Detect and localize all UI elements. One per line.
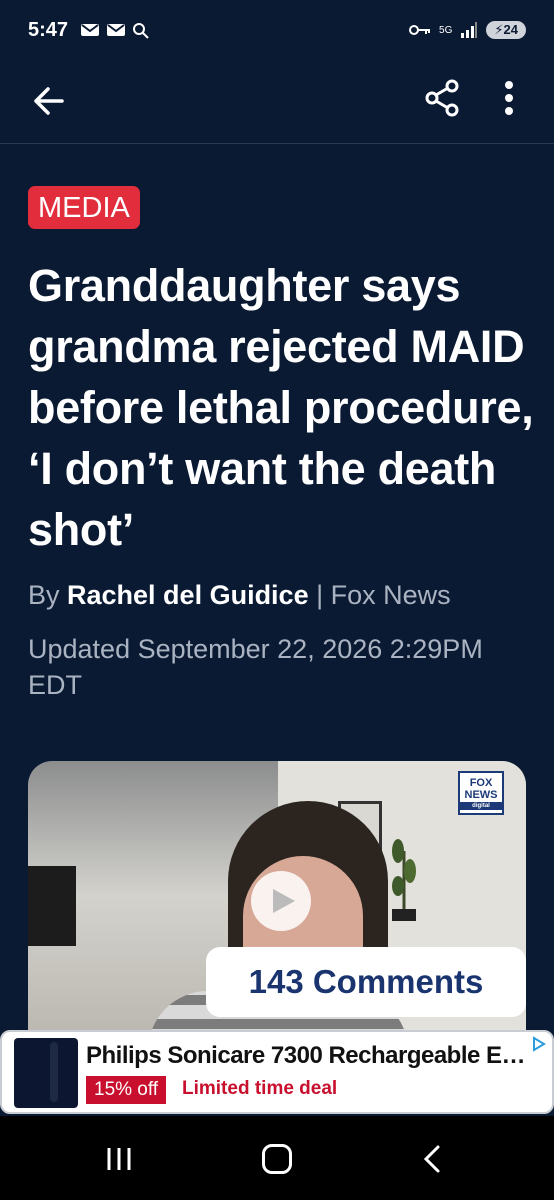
recents-icon[interactable] — [103, 1146, 135, 1172]
network-label: 5G — [439, 24, 453, 36]
status-time: 5:47 — [28, 18, 69, 41]
app-bar — [0, 60, 554, 144]
search-icon — [133, 23, 149, 39]
mail-icon — [107, 24, 126, 36]
article-content: MEDIA Granddaughter says grandma rejecte… — [28, 186, 540, 703]
play-button[interactable] — [251, 871, 311, 931]
ad-choices-icon[interactable] — [530, 1036, 546, 1052]
battery-indicator: ⚡24 — [486, 21, 526, 39]
mail-icon — [81, 24, 100, 36]
ad-banner[interactable]: Philips Sonicare 7300 Rechargeable Ele..… — [0, 1030, 554, 1114]
byline: By Rachel del Guidice | Fox News — [28, 580, 540, 611]
key-icon — [409, 25, 431, 35]
logo-line-2: NEWS — [464, 789, 498, 801]
system-nav-bar — [0, 1116, 554, 1200]
toothbrush-image — [50, 1042, 58, 1102]
category-tag[interactable]: MEDIA — [28, 186, 140, 229]
logo-line-3: digital — [460, 802, 502, 810]
battery-level: 24 — [503, 22, 518, 37]
signal-icon — [461, 22, 478, 38]
fox-news-logo: FOX NEWS digital — [458, 771, 504, 815]
byline-prefix: By — [28, 580, 68, 610]
status-bar: 5:47 5G ⚡24 — [0, 0, 554, 60]
back-arrow-icon[interactable] — [28, 80, 70, 122]
play-icon — [273, 889, 295, 913]
nav-back-icon[interactable] — [420, 1144, 444, 1174]
ad-product-image — [14, 1038, 78, 1108]
notification-icons — [80, 21, 150, 39]
logo-line-1: FOX — [469, 777, 493, 789]
ad-title[interactable]: Philips Sonicare 7300 Rechargeable Ele..… — [86, 1042, 526, 1070]
status-right: 5G ⚡24 — [409, 21, 526, 39]
discount-badge: 15% off — [86, 1076, 167, 1104]
comments-button[interactable]: 143 Comments — [206, 947, 526, 1017]
author-link[interactable]: Rachel del Guidice — [67, 580, 309, 610]
more-options-icon[interactable] — [494, 76, 524, 120]
tv-screen — [28, 866, 76, 946]
article-headline: Granddaughter says grandma rejected MAID… — [28, 260, 534, 555]
byline-separator: | — [308, 580, 331, 610]
deal-label: Limited time deal — [182, 1078, 338, 1099]
plant-icon — [392, 839, 416, 921]
share-icon[interactable] — [420, 76, 464, 120]
source-name: Fox News — [330, 580, 451, 610]
updated-timestamp: Updated September 22, 2026 2:29PM EDT — [28, 634, 483, 700]
home-icon[interactable] — [262, 1144, 292, 1174]
